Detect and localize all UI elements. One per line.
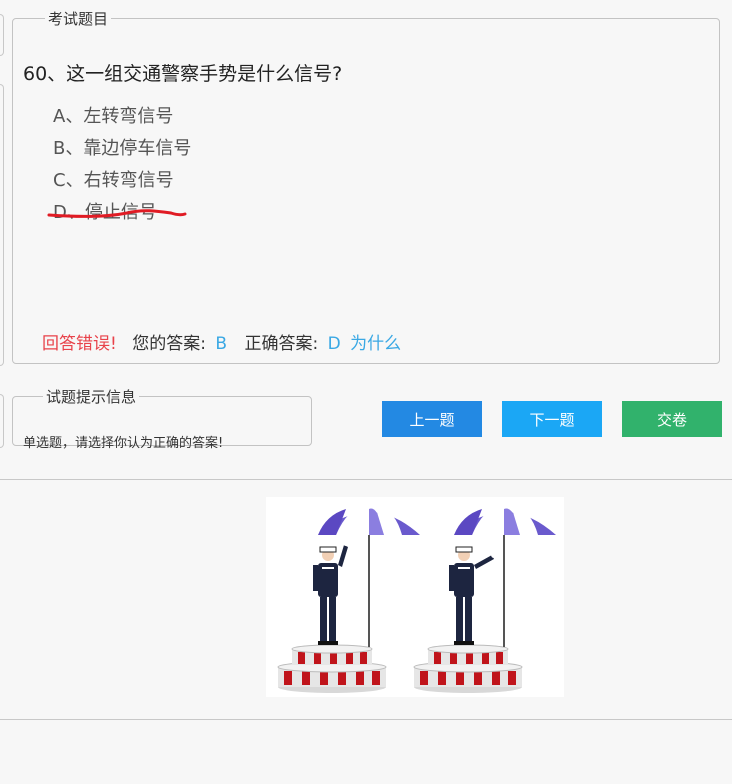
exam-panel-legend: 考试题目 — [48, 10, 109, 28]
red-underline-annotation — [47, 209, 187, 218]
exam-question-panel: 考试题目 60、这一组交通警察手势是什么信号? A、左转弯信号 B、靠边停车信号… — [12, 8, 720, 364]
why-link[interactable]: 为什么 — [350, 334, 401, 354]
left-edge-panel-bottom — [0, 394, 4, 448]
hint-panel-legend: 试题提示信息 — [46, 388, 137, 406]
correct-answer-label: 正确答案: — [244, 334, 319, 354]
option-c[interactable]: C、右转弯信号 — [53, 165, 191, 197]
your-answer-label: 您的答案: — [132, 334, 206, 354]
question-text: 60、这一组交通警察手势是什么信号? — [23, 63, 343, 85]
your-answer-value: B — [215, 334, 228, 354]
divider-top — [0, 479, 732, 480]
left-edge-panel-middle — [0, 84, 4, 366]
answer-result: 回答错误! 您的答案: B 正确答案: D 为什么 — [42, 329, 405, 354]
left-edge-panel-top — [0, 14, 4, 56]
submit-exam-button[interactable]: 交卷 — [622, 401, 722, 437]
correct-answer-value: D — [327, 334, 341, 354]
right-police-figure — [413, 508, 556, 693]
hint-text: 单选题，请选择你认为正确的答案! — [23, 436, 224, 451]
left-police-figure — [277, 508, 420, 693]
option-b[interactable]: B、靠边停车信号 — [53, 133, 191, 165]
divider-bottom — [0, 719, 732, 720]
option-a[interactable]: A、左转弯信号 — [53, 101, 191, 133]
result-status: 回答错误! — [42, 334, 117, 354]
traffic-police-gesture-icon — [277, 508, 556, 693]
hint-panel: 试题提示信息 单选题，请选择你认为正确的答案! — [12, 386, 312, 451]
next-question-button[interactable]: 下一题 — [502, 401, 602, 437]
prev-question-button[interactable]: 上一题 — [382, 401, 482, 437]
question-image — [266, 497, 564, 697]
